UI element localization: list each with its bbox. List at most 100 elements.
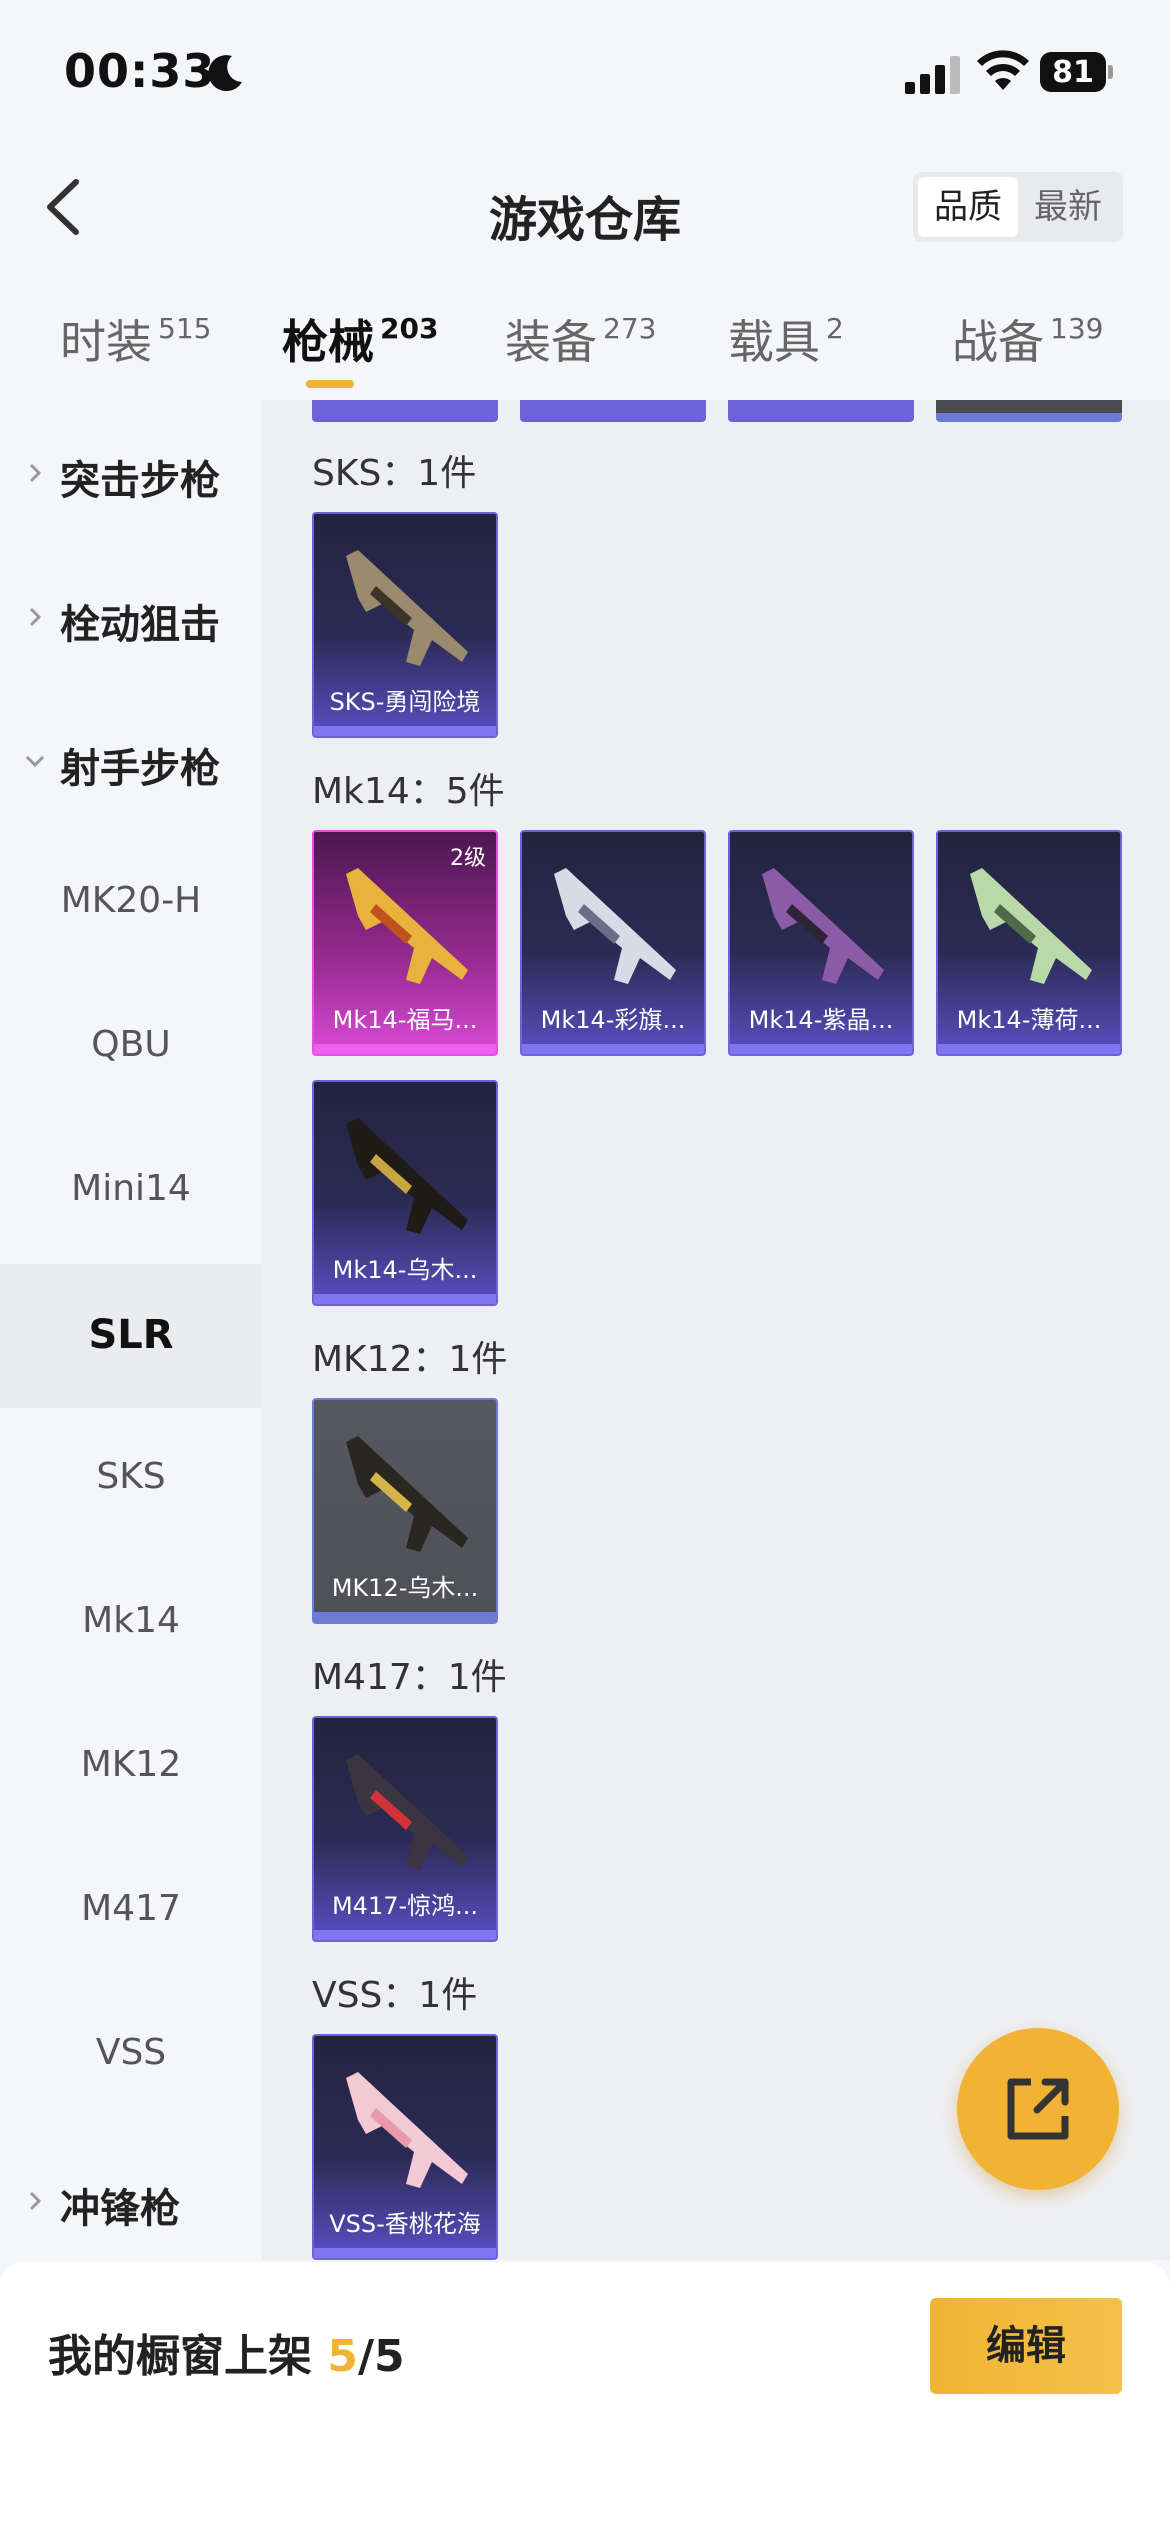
- section-title-vss: VSS：1件: [312, 1975, 478, 2016]
- weapon-name: M417-惊鸿...: [331, 1892, 479, 1920]
- sidebar-item-bolt-action-sniper[interactable]: 栓动狙击: [0, 544, 262, 688]
- tab-fashion[interactable]: 时装 515: [60, 306, 211, 372]
- chevron-down-icon: [25, 755, 45, 768]
- sidebar-item-label: VSS: [95, 2032, 167, 2073]
- sidebar-item-marksman-rifle[interactable]: 射手步枪: [0, 688, 262, 832]
- rarity-bar: [314, 1612, 496, 1622]
- header: 游戏仓库 品质 最新: [0, 150, 1170, 265]
- sort-quality-button[interactable]: 品质: [918, 177, 1018, 237]
- sort-toggle[interactable]: 品质 最新: [913, 172, 1123, 242]
- weapon-card[interactable]: Mk14-紫晶...: [728, 830, 914, 1056]
- rarity-bar: [938, 1044, 1120, 1054]
- weapon-card[interactable]: Mk14-彩旗...: [520, 830, 706, 1056]
- share-button[interactable]: [957, 2028, 1119, 2190]
- weapon-name: Mk14-彩旗...: [540, 1006, 686, 1034]
- tab-label: 载具: [728, 315, 820, 369]
- rifle-icon: [346, 1754, 468, 1870]
- sidebar-item-label: QBU: [91, 1024, 171, 1065]
- tab-label: 装备: [505, 315, 597, 369]
- rarity-bar: [314, 1930, 496, 1940]
- tab-label: 战备: [952, 315, 1044, 369]
- showcase-panel: 我的橱窗上架 5/5 编辑: [0, 2262, 1170, 2532]
- rifle-icon: [346, 550, 468, 666]
- card-stub: [312, 400, 498, 422]
- sidebar-item-mk14[interactable]: Mk14: [0, 1552, 262, 1696]
- card-stub: [520, 400, 706, 422]
- weapon-card[interactable]: Mk14-薄荷...: [936, 830, 1122, 1056]
- status-bar: 00:33 81: [0, 0, 1170, 150]
- tab-count: 139: [1050, 312, 1104, 345]
- sidebar-item-label: SLR: [88, 1312, 174, 1358]
- weapon-card[interactable]: Mk14-乌木...: [312, 1080, 498, 1306]
- rarity-bar: [730, 1044, 912, 1054]
- rifle-icon: [346, 1118, 468, 1234]
- rifle-icon: [346, 868, 468, 984]
- sidebar-item-slr[interactable]: SLR: [0, 1264, 262, 1408]
- rifle-icon: [970, 868, 1092, 984]
- wifi-icon: [977, 50, 1029, 90]
- tab-count: 2: [826, 312, 844, 345]
- section-title-sks: SKS：1件: [312, 453, 477, 494]
- battery-icon: 81: [1040, 52, 1113, 92]
- sidebar-item-label: Mk14: [82, 1600, 180, 1641]
- sort-newest-button[interactable]: 最新: [1018, 177, 1118, 237]
- battery-cap: [1108, 65, 1113, 79]
- sidebar-item-mini14[interactable]: Mini14: [0, 1120, 262, 1264]
- rarity-bar: [522, 1044, 704, 1054]
- sidebar-item-smg[interactable]: 冲锋枪: [0, 2128, 262, 2272]
- sidebar-item-label: M417: [81, 1888, 181, 1929]
- rarity-bar: [314, 1294, 496, 1304]
- weapon-card[interactable]: MK12-乌木...: [312, 1398, 498, 1624]
- weapon-category-sidebar: 突击步枪 栓动狙击 射手步枪 MK20-H QBU Mini14 SLR SKS…: [0, 400, 262, 2260]
- tab-guns[interactable]: 枪械 203: [282, 306, 438, 372]
- rifle-icon: [346, 1436, 468, 1552]
- edit-button[interactable]: 编辑: [930, 2298, 1122, 2394]
- weapon-card[interactable]: VSS-香桃花海: [312, 2034, 498, 2260]
- tab-count: 273: [603, 312, 657, 345]
- showcase-label: 我的橱窗上架: [48, 2331, 312, 2382]
- tab-equipment[interactable]: 装备 273: [505, 306, 656, 372]
- chevron-right-icon: [29, 2191, 42, 2211]
- sidebar-item-label: 射手步枪: [60, 746, 220, 792]
- moon-icon: [208, 55, 242, 92]
- category-tabs: 时装 515 枪械 203 装备 273 载具 2 战备 139: [0, 290, 1170, 400]
- showcase-count: 5: [327, 2331, 358, 2382]
- sidebar-item-vss[interactable]: VSS: [0, 1984, 262, 2128]
- weapon-name: Mk14-紫晶...: [748, 1006, 894, 1034]
- sidebar-item-label: 突击步枪: [60, 458, 220, 504]
- section-title-mk14: Mk14：5件: [312, 771, 505, 812]
- share-icon: [1007, 2078, 1069, 2140]
- section-title-mk12: MK12：1件: [312, 1339, 508, 1380]
- weapon-card[interactable]: SKS-勇闯险境: [312, 512, 498, 738]
- tab-vehicles[interactable]: 载具 2: [728, 306, 844, 372]
- rifle-icon: [554, 868, 676, 984]
- weapon-card[interactable]: 2级 Mk14-福马...: [312, 830, 498, 1056]
- sidebar-item-m417[interactable]: M417: [0, 1840, 262, 1984]
- section-title-m417: M417：1件: [312, 1657, 507, 1698]
- sidebar-item-mk20h[interactable]: MK20-H: [0, 832, 262, 976]
- weapon-name: Mk14-乌木...: [332, 1256, 478, 1284]
- card-stub: [936, 400, 1122, 422]
- rifle-icon: [346, 2072, 468, 2188]
- tab-label: 枪械: [282, 315, 374, 369]
- sidebar-item-assault-rifle[interactable]: 突击步枪: [0, 400, 262, 544]
- rarity-bar: [314, 2248, 496, 2258]
- tab-count: 515: [158, 312, 212, 345]
- chevron-right-icon: [29, 463, 42, 483]
- sidebar-item-label: MK20-H: [60, 880, 202, 921]
- status-time: 00:33: [64, 44, 216, 98]
- weapon-name: MK12-乌木...: [331, 1574, 479, 1602]
- weapon-card[interactable]: M417-惊鸿...: [312, 1716, 498, 1942]
- tab-label: 时装: [60, 315, 152, 369]
- weapon-name: Mk14-福马...: [332, 1006, 478, 1034]
- tab-battle-gear[interactable]: 战备 139: [952, 306, 1103, 372]
- sidebar-item-label: 栓动狙击: [60, 602, 220, 648]
- showcase-total: /5: [357, 2331, 405, 2382]
- rarity-bar: [314, 1044, 496, 1054]
- tab-count: 203: [380, 312, 439, 345]
- sidebar-item-qbu[interactable]: QBU: [0, 976, 262, 1120]
- sidebar-item-sks[interactable]: SKS: [0, 1408, 262, 1552]
- sidebar-item-mk12[interactable]: MK12: [0, 1696, 262, 1840]
- rifle-icon: [762, 868, 884, 984]
- chevron-right-icon: [29, 607, 42, 627]
